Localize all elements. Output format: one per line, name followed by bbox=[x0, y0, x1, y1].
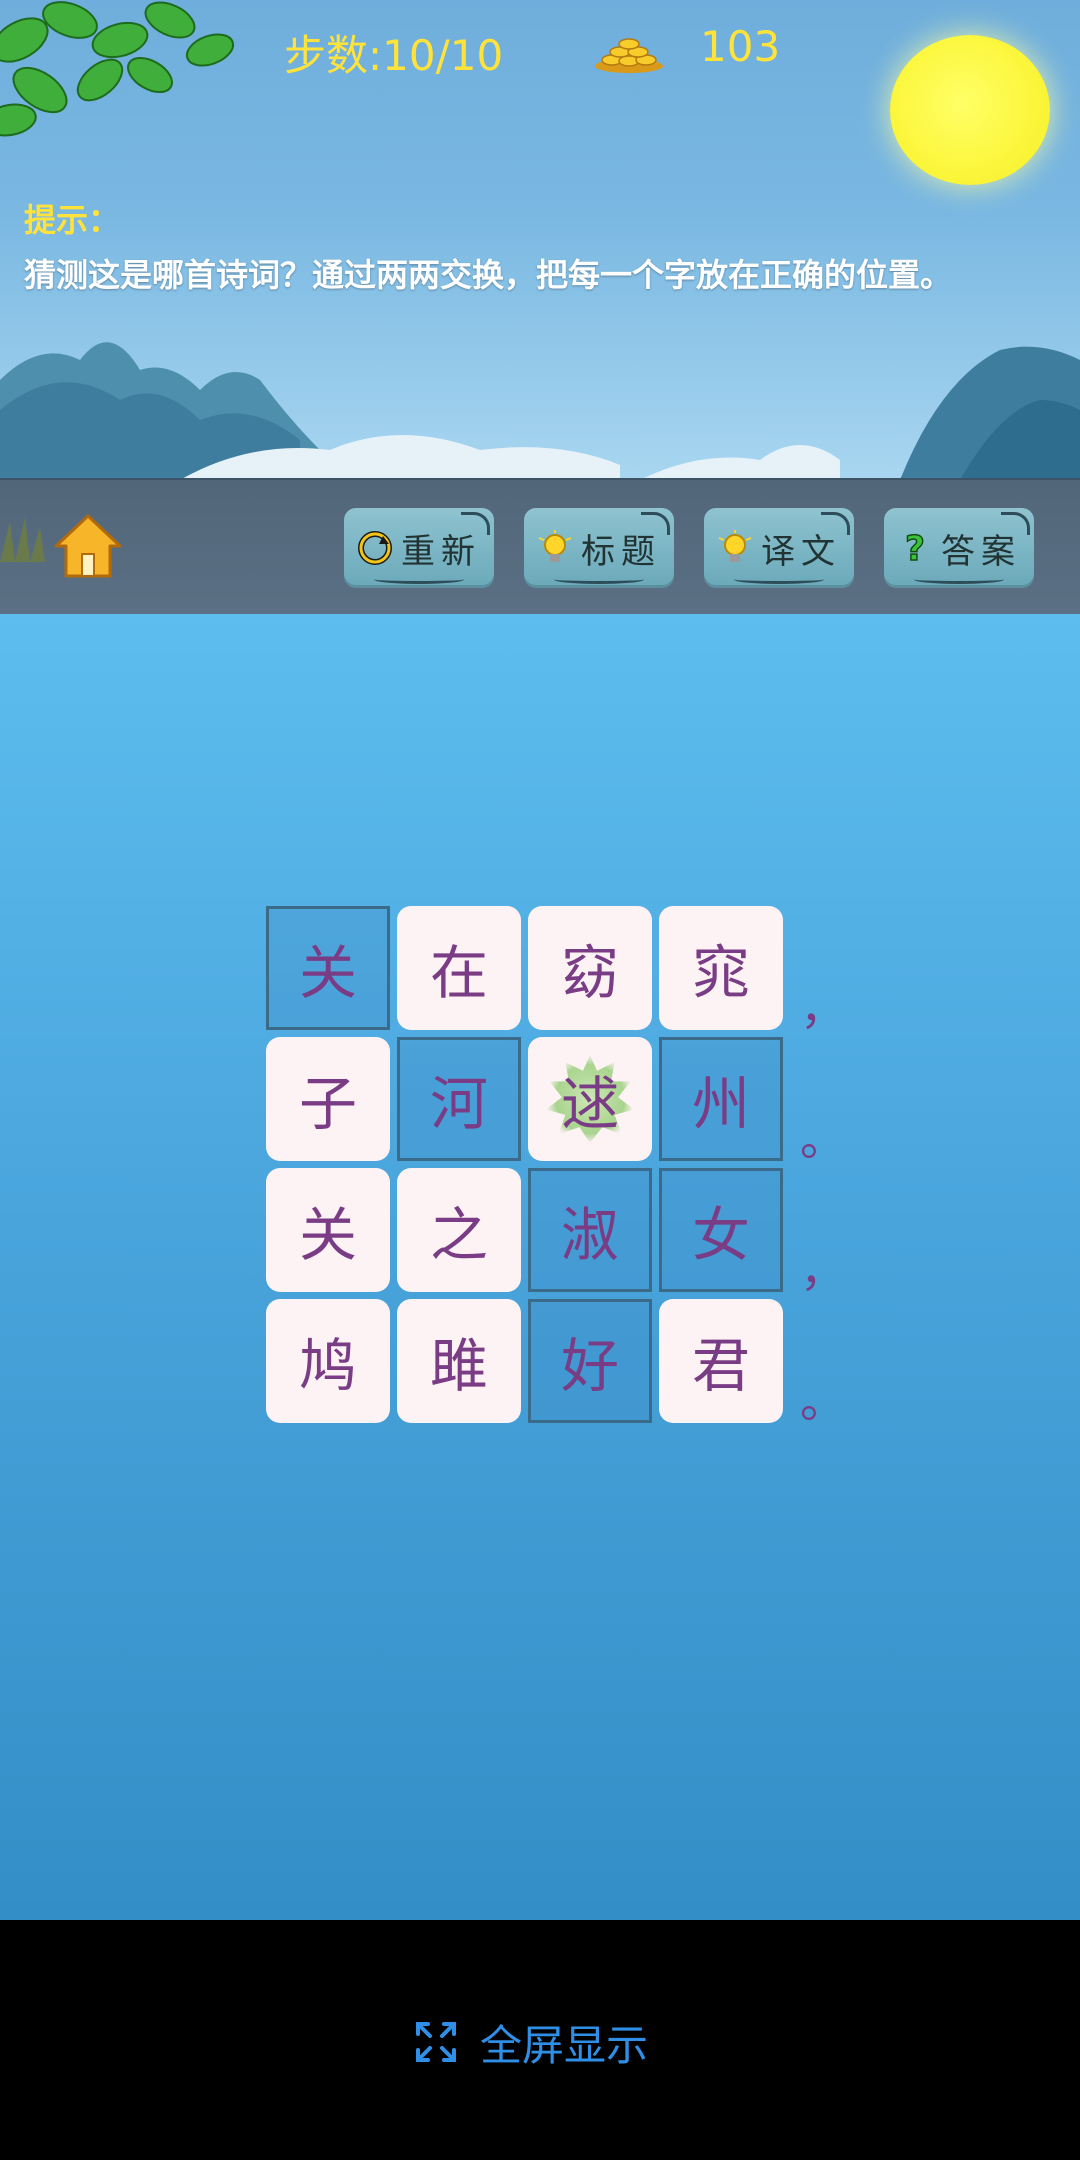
toolbar: 重新 标题 译文 ? 答案 bbox=[0, 478, 1080, 616]
grid-cell[interactable]: 关 bbox=[266, 906, 390, 1030]
restart-button[interactable]: 重新 bbox=[344, 508, 494, 588]
home-icon[interactable] bbox=[52, 510, 124, 582]
grass-decoration bbox=[0, 517, 45, 562]
translation-button[interactable]: 译文 bbox=[704, 508, 854, 588]
fullscreen-label: 全屏显示 bbox=[480, 2020, 649, 2070]
answer-button[interactable]: ? 答案 bbox=[884, 508, 1034, 588]
button-swoosh-decoration bbox=[734, 575, 824, 584]
expand-icon bbox=[416, 2022, 456, 2062]
punctuation-mark: 。 bbox=[800, 1112, 846, 1166]
grid-cell[interactable]: 窕 bbox=[659, 906, 783, 1030]
button-curl-decoration bbox=[641, 512, 670, 535]
button-swoosh-decoration bbox=[914, 575, 1004, 584]
grid-cell[interactable]: 好 bbox=[528, 1299, 652, 1423]
mountains-decoration bbox=[0, 342, 1080, 478]
grid-cell[interactable]: 关 bbox=[266, 1168, 390, 1292]
punctuation-mark: 。 bbox=[800, 1374, 846, 1428]
question-icon: ? bbox=[897, 530, 933, 566]
punctuation-mark: ， bbox=[800, 981, 846, 1035]
hint-title: 提示： bbox=[24, 201, 121, 239]
lightbulb-icon bbox=[537, 530, 573, 566]
grid-cell[interactable]: 雎 bbox=[397, 1299, 521, 1423]
coin-count: 103 bbox=[700, 22, 781, 71]
button-curl-decoration bbox=[461, 512, 490, 535]
title-hint-button[interactable]: 标题 bbox=[524, 508, 674, 588]
grid-cell[interactable]: 之 bbox=[397, 1168, 521, 1292]
steps-counter: 步数:10/10 bbox=[284, 31, 504, 80]
grid-cell[interactable]: 州 bbox=[659, 1037, 783, 1161]
button-swoosh-decoration bbox=[374, 575, 464, 584]
coin-pile-icon bbox=[595, 38, 663, 73]
button-curl-decoration bbox=[821, 512, 850, 535]
puzzle-grid: 关 在 窈 窕 子 河 逑 州 关 之 淑 女 鸠 雎 好 君 bbox=[266, 906, 786, 1426]
svg-text:?: ? bbox=[905, 530, 925, 566]
button-curl-decoration bbox=[1001, 512, 1030, 535]
hint-text: 猜测这是哪首诗词？通过两两交换，把每一个字放在正确的位置。 bbox=[24, 256, 953, 294]
grid-cell[interactable]: 窈 bbox=[528, 906, 652, 1030]
game-board-area: 关 在 窈 窕 子 河 逑 州 关 之 淑 女 鸠 雎 好 君 ， 。 ， 。 bbox=[0, 614, 1080, 1920]
scene-header: 步数:10/10 103 提示： 猜测这是哪首诗词？通过两两交换，把每一个字放在… bbox=[0, 0, 1080, 478]
leaves-decoration bbox=[0, 1, 235, 137]
grid-cell[interactable]: 河 bbox=[397, 1037, 521, 1161]
fullscreen-button[interactable]: 全屏显示 bbox=[414, 2014, 648, 2070]
restart-icon bbox=[357, 530, 393, 566]
lightbulb-icon bbox=[717, 530, 753, 566]
grid-cell[interactable]: 淑 bbox=[528, 1168, 652, 1292]
punctuation-mark: ， bbox=[800, 1243, 846, 1297]
grid-cell[interactable]: 子 bbox=[266, 1037, 390, 1161]
grid-cell[interactable]: 鸠 bbox=[266, 1299, 390, 1423]
grid-cell[interactable]: 逑 bbox=[528, 1037, 652, 1161]
grid-cell[interactable]: 女 bbox=[659, 1168, 783, 1292]
grid-cell[interactable]: 在 bbox=[397, 906, 521, 1030]
grid-cell[interactable]: 君 bbox=[659, 1299, 783, 1423]
button-swoosh-decoration bbox=[554, 575, 644, 584]
moon-icon bbox=[890, 35, 1050, 185]
